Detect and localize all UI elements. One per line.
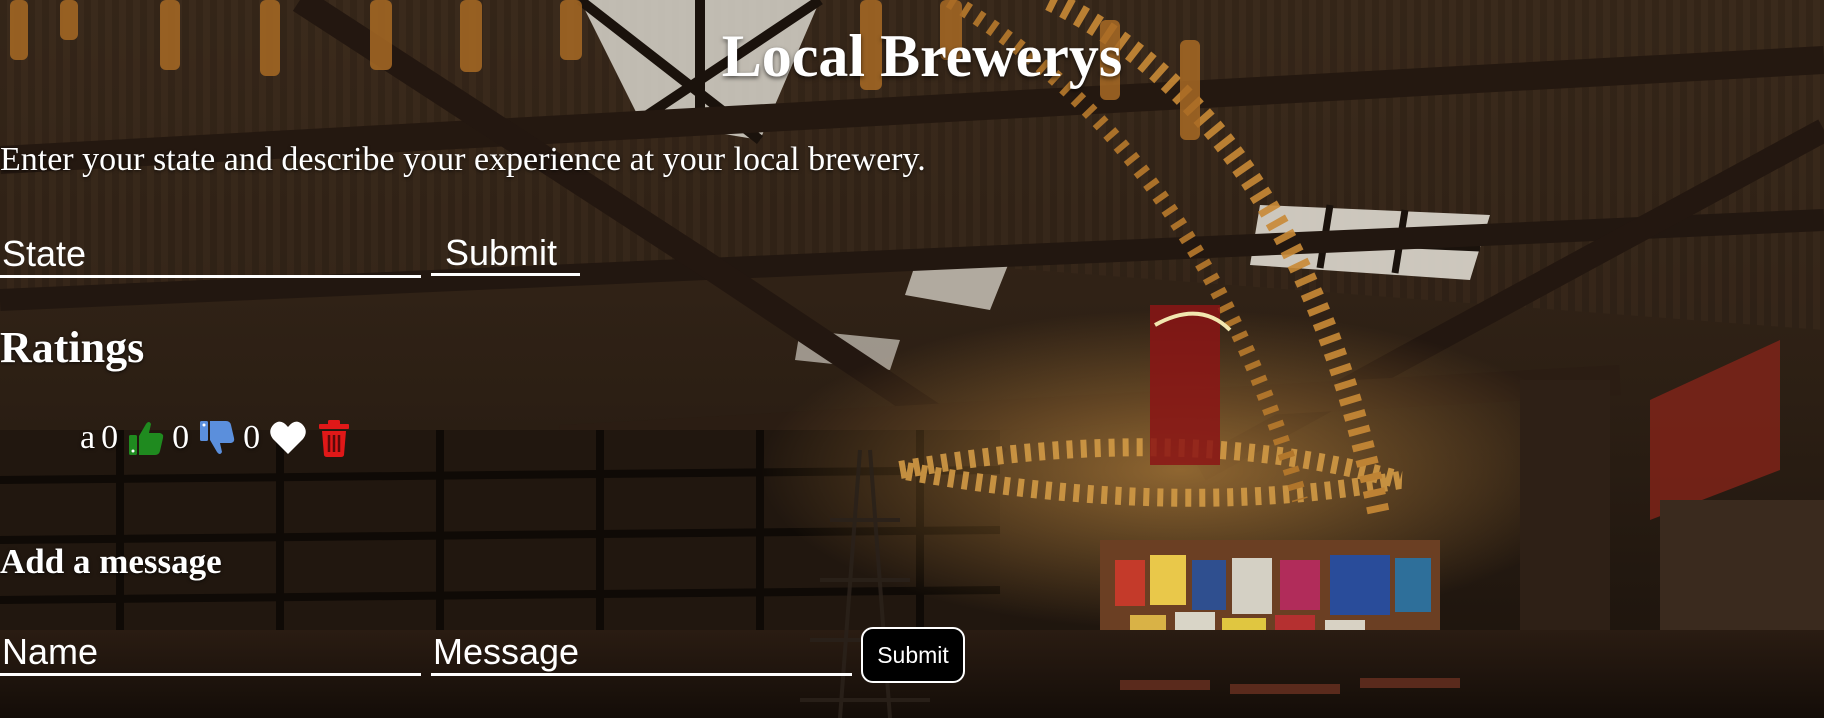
rating-name: a <box>80 419 96 456</box>
name-input[interactable] <box>0 632 421 676</box>
page-title: Local Brewerys <box>721 23 1123 89</box>
heart-icon[interactable] <box>268 418 308 458</box>
hearts-count: 0 <box>243 419 261 456</box>
add-message-heading: Add a message <box>0 542 222 581</box>
ratings-heading: Ratings <box>0 323 145 372</box>
intro-text: Enter your state and describe your exper… <box>0 141 926 178</box>
state-submit-button[interactable]: Submit <box>431 232 580 276</box>
dislikes-count: 0 <box>172 419 190 456</box>
thumbs-down-icon[interactable] <box>197 418 237 458</box>
rating-item: a 0 0 0 <box>80 416 360 460</box>
thumbs-up-icon[interactable] <box>126 418 166 458</box>
message-submit-button[interactable]: Submit <box>861 627 965 683</box>
likes-count: 0 <box>101 419 119 456</box>
trash-icon[interactable] <box>314 418 354 458</box>
state-input[interactable] <box>0 234 421 278</box>
message-input[interactable] <box>431 632 852 676</box>
page-content: Local Brewerys Enter your state and desc… <box>0 0 1824 718</box>
